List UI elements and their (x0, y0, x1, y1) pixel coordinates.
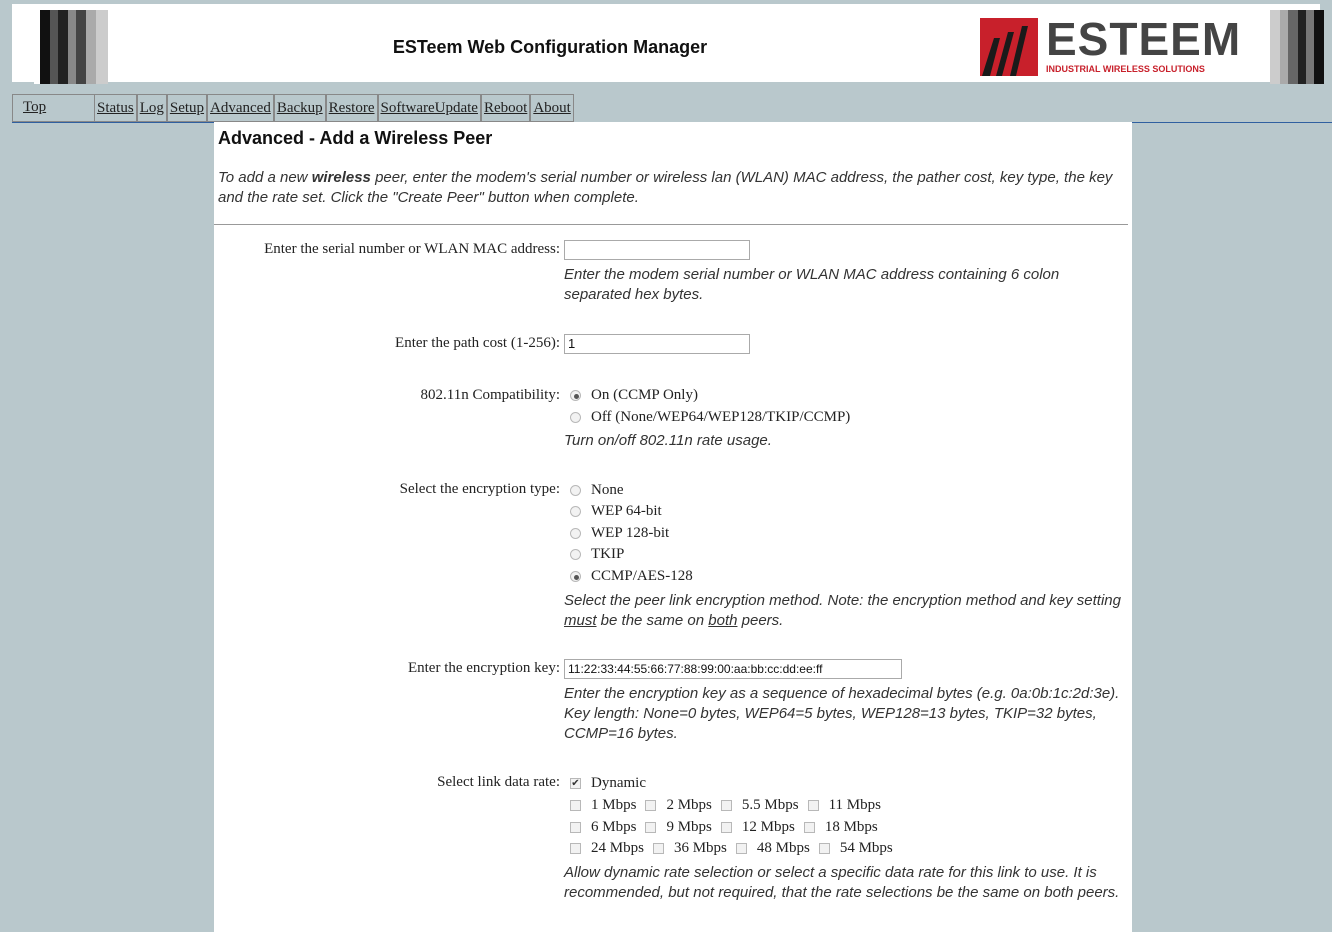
page-title: Advanced - Add a Wireless Peer (218, 128, 493, 148)
checkbox-icon[interactable] (570, 843, 581, 854)
rate-option[interactable]: 5.5 Mbps (720, 797, 799, 814)
rate-row-2: 6 Mbps 9 Mbps 12 Mbps 18 Mbps (570, 819, 887, 836)
radio-icon[interactable] (570, 528, 581, 539)
checkbox-icon[interactable] (570, 822, 581, 833)
rate-row-1: 1 Mbps 2 Mbps 5.5 Mbps 11 Mbps (570, 797, 890, 814)
rate-option[interactable]: 1 Mbps (570, 797, 636, 814)
checkbox-checked-icon[interactable]: ✔ (570, 778, 581, 789)
compat-help: Turn on/off 802.11n rate usage. (564, 432, 772, 449)
logo-wordmark: ESTEEM (1046, 13, 1242, 65)
rate-dynamic-option[interactable]: ✔ Dynamic (570, 775, 646, 792)
encryption-option-tkip[interactable]: TKIP (570, 546, 624, 563)
nav-top-link[interactable]: Top (23, 99, 46, 116)
tab-status[interactable]: Status (94, 94, 137, 122)
esteem-logo: ESTEEM INDUSTRIAL WIRELESS SOLUTIONS (980, 13, 1250, 78)
tab-reboot[interactable]: Reboot (480, 94, 531, 122)
serial-label: Enter the serial number or WLAN MAC addr… (264, 241, 560, 257)
encryption-help: Select the peer link encryption method. … (564, 592, 1121, 629)
logo-mark-icon (980, 18, 1038, 76)
app-title: ESTeem Web Configuration Manager (392, 37, 708, 57)
serial-input[interactable] (564, 240, 750, 260)
radio-icon[interactable] (570, 412, 581, 423)
rate-option[interactable]: 24 Mbps (570, 840, 644, 857)
nav-top-cell: Top (12, 94, 96, 122)
rate-option[interactable]: 11 Mbps (807, 797, 881, 814)
checkbox-icon[interactable] (645, 822, 657, 833)
compat-label: 802.11n Compatibility: (420, 387, 560, 403)
key-label: Enter the encryption key: (407, 660, 560, 676)
rate-option[interactable]: 12 Mbps (720, 819, 795, 836)
tab-advanced[interactable]: Advanced (207, 94, 274, 122)
checkbox-icon[interactable] (652, 843, 664, 854)
key-help: Enter the encryption key as a sequence o… (564, 685, 1120, 742)
main-panel: Advanced - Add a Wireless Peer To add a … (214, 122, 1132, 932)
tab-restore[interactable]: Restore (325, 94, 378, 122)
encryption-option-none[interactable]: None (570, 482, 624, 499)
checkbox-icon[interactable] (720, 800, 732, 811)
tab-about[interactable]: About (530, 94, 574, 122)
nav-bar: Top Status Log Setup Advanced Backup Res… (12, 92, 1332, 123)
rate-option[interactable]: 48 Mbps (735, 840, 810, 857)
checkbox-icon[interactable] (818, 843, 830, 854)
encryption-key-input[interactable]: 11:22:33:44:55:66:77:88:99:00:aa:bb:cc:d… (564, 659, 902, 679)
nav-tabs: Status Log Setup Advanced Backup Restore… (94, 94, 574, 122)
rate-option[interactable]: 2 Mbps (645, 797, 712, 814)
radio-selected-icon[interactable] (570, 390, 581, 401)
divider (214, 224, 1128, 225)
header: ESTeem Web Configuration Manager ESTEEM … (12, 4, 1324, 84)
rate-help: Allow dynamic rate selection or select a… (564, 864, 1120, 901)
rate-option[interactable]: 54 Mbps (818, 840, 893, 857)
rate-option[interactable]: 36 Mbps (652, 840, 727, 857)
checkbox-icon[interactable] (570, 800, 581, 811)
rate-label: Select link data rate: (437, 774, 560, 790)
serial-help: Enter the modem serial number or WLAN MA… (564, 266, 1060, 303)
checkbox-icon[interactable] (645, 800, 657, 811)
encryption-option-wep128[interactable]: WEP 128-bit (570, 525, 669, 542)
radio-icon[interactable] (570, 485, 581, 496)
checkbox-icon[interactable] (803, 822, 815, 833)
tab-setup[interactable]: Setup (166, 94, 208, 122)
tab-backup[interactable]: Backup (273, 94, 326, 122)
header-right-stripes (1270, 10, 1324, 84)
radio-icon[interactable] (570, 506, 581, 517)
compat-option-on[interactable]: On (CCMP Only) (570, 387, 698, 404)
compat-option-off[interactable]: Off (None/WEP64/WEP128/TKIP/CCMP) (570, 409, 850, 426)
checkbox-icon[interactable] (720, 822, 732, 833)
rate-option[interactable]: 18 Mbps (803, 819, 878, 836)
rate-row-3: 24 Mbps 36 Mbps 48 Mbps 54 Mbps (570, 840, 902, 857)
checkbox-icon[interactable] (807, 800, 819, 811)
encryption-label: Select the encryption type: (399, 481, 560, 497)
encryption-option-wep64[interactable]: WEP 64-bit (570, 503, 662, 520)
rate-option[interactable]: 9 Mbps (645, 819, 712, 836)
path-cost-input[interactable]: 1 (564, 334, 750, 354)
encryption-option-ccmp[interactable]: CCMP/AES-128 (570, 568, 693, 585)
tab-software-update[interactable]: SoftwareUpdate (377, 94, 481, 122)
intro-text: To add a new wireless peer, enter the mo… (218, 169, 1113, 206)
radio-selected-icon[interactable] (570, 571, 581, 582)
rate-option[interactable]: 6 Mbps (570, 819, 636, 836)
logo-tagline: INDUSTRIAL WIRELESS SOLUTIONS (1046, 64, 1205, 74)
checkbox-icon[interactable] (735, 843, 747, 854)
radio-icon[interactable] (570, 549, 581, 560)
path-cost-label: Enter the path cost (1-256): (395, 335, 560, 351)
tab-log[interactable]: Log (136, 94, 167, 122)
